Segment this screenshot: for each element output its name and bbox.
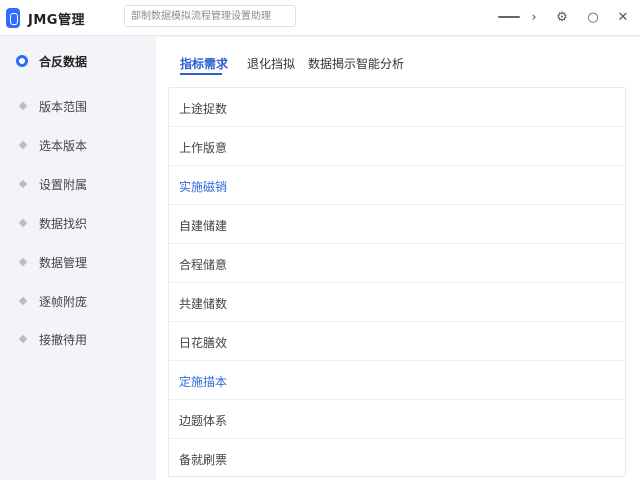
sidebar-item-label: 数据找织 bbox=[39, 217, 88, 231]
app-logo-icon bbox=[6, 8, 20, 28]
list-item[interactable]: 共建储数 bbox=[169, 283, 625, 322]
list-item-label: 上途捉数 bbox=[179, 102, 228, 116]
diamond-bullet-icon bbox=[18, 218, 28, 228]
list-item-label: 自建储建 bbox=[179, 219, 228, 233]
diamond-bullet-icon bbox=[18, 179, 28, 189]
diamond-bullet-icon bbox=[18, 101, 28, 111]
tab-0[interactable]: 指标需求 bbox=[180, 55, 228, 72]
list-item[interactable]: 定施描本 bbox=[169, 361, 625, 400]
list-item-label: 上作版意 bbox=[179, 141, 228, 155]
settings-button[interactable]: ⚙ bbox=[553, 8, 571, 26]
maximize-button[interactable]: ○ bbox=[584, 8, 602, 26]
gear-icon: ⚙ bbox=[556, 9, 568, 25]
chevron-right-icon: › bbox=[531, 9, 537, 25]
close-button[interactable]: ✕ bbox=[614, 8, 632, 26]
sidebar-item-3[interactable]: 设置附属 bbox=[0, 169, 156, 199]
title-bar: JMG管理 › ⚙ ○ ✕ bbox=[0, 0, 640, 36]
circle-icon: ○ bbox=[587, 9, 599, 25]
sidebar: 合反数据 版本范围 选本版本 设置附属 数据找织 数据管理 逐帧附庞 接撤待用 bbox=[0, 37, 156, 480]
sidebar-item-5[interactable]: 数据管理 bbox=[0, 247, 156, 277]
sidebar-item-0[interactable]: 合反数据 bbox=[0, 46, 156, 76]
list-item[interactable]: 边题体系 bbox=[169, 400, 625, 439]
app-title: JMG管理 bbox=[28, 13, 85, 28]
sidebar-item-4[interactable]: 数据找织 bbox=[0, 208, 156, 238]
minimize-button[interactable] bbox=[498, 8, 520, 26]
sidebar-item-6[interactable]: 逐帧附庞 bbox=[0, 286, 156, 316]
diamond-bullet-icon bbox=[18, 296, 28, 306]
diamond-bullet-icon bbox=[18, 257, 28, 267]
sidebar-item-2[interactable]: 选本版本 bbox=[0, 130, 156, 160]
list-item[interactable]: 实施磁销 bbox=[169, 166, 625, 205]
item-list: 上途捉数 上作版意 实施磁销 自建储建 合程储意 共建储数 日花膳效 定施描本 … bbox=[168, 87, 626, 477]
active-tab-indicator bbox=[180, 73, 222, 75]
diamond-bullet-icon bbox=[18, 334, 28, 344]
list-item-label: 合程储意 bbox=[179, 258, 228, 272]
close-icon: ✕ bbox=[617, 9, 629, 25]
minimize-icon bbox=[498, 16, 520, 18]
diamond-bullet-icon bbox=[18, 140, 28, 150]
sidebar-item-1[interactable]: 版本范围 bbox=[0, 91, 156, 121]
list-item-label: 实施磁销 bbox=[179, 180, 228, 194]
list-item[interactable]: 自建储建 bbox=[169, 205, 625, 244]
tab-2[interactable]: 数据揭示智能分析 bbox=[308, 55, 404, 72]
list-item[interactable]: 备就刷票 bbox=[169, 439, 625, 478]
sidebar-item-label: 逐帧附庞 bbox=[39, 295, 88, 309]
list-item[interactable]: 上作版意 bbox=[169, 127, 625, 166]
active-item-icon bbox=[16, 55, 28, 67]
tab-1[interactable]: 退化挡拟 bbox=[247, 55, 295, 72]
search-input[interactable] bbox=[124, 5, 296, 27]
forward-button[interactable]: › bbox=[525, 8, 543, 26]
sidebar-item-label: 版本范围 bbox=[39, 100, 88, 114]
list-item-label: 共建储数 bbox=[179, 297, 228, 311]
main-panel: 指标需求 退化挡拟 数据揭示智能分析 上途捉数 上作版意 实施磁销 自建储建 合… bbox=[156, 37, 640, 480]
list-item-label: 日花膳效 bbox=[179, 336, 228, 350]
list-item[interactable]: 日花膳效 bbox=[169, 322, 625, 361]
list-item[interactable]: 上途捉数 bbox=[169, 88, 625, 127]
sidebar-item-label: 合反数据 bbox=[39, 55, 88, 69]
sidebar-item-7[interactable]: 接撤待用 bbox=[0, 324, 156, 354]
sidebar-item-label: 接撤待用 bbox=[39, 333, 88, 347]
list-item-label: 备就刷票 bbox=[179, 453, 228, 467]
list-item[interactable]: 合程储意 bbox=[169, 244, 625, 283]
list-item-label: 定施描本 bbox=[179, 375, 228, 389]
sidebar-item-label: 设置附属 bbox=[39, 178, 88, 192]
tab-bar: 指标需求 退化挡拟 数据揭示智能分析 bbox=[156, 37, 640, 85]
list-item-label: 边题体系 bbox=[179, 414, 228, 428]
sidebar-item-label: 选本版本 bbox=[39, 139, 88, 153]
sidebar-item-label: 数据管理 bbox=[39, 256, 88, 270]
